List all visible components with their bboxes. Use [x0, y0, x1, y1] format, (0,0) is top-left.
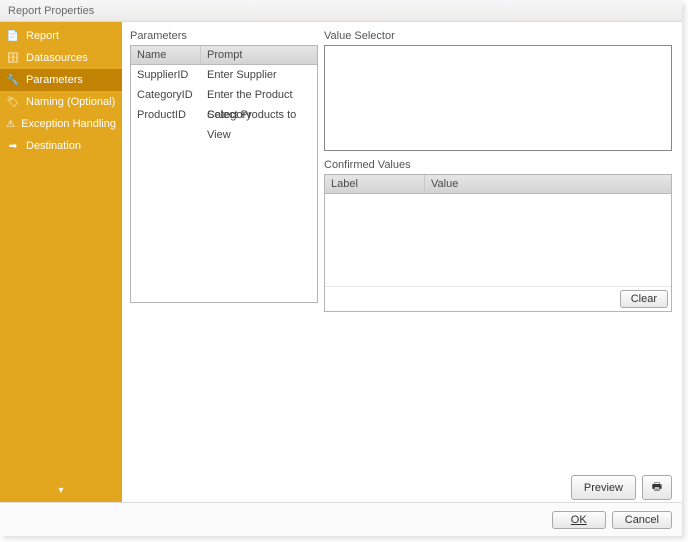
- confirmed-header-label: Label: [325, 175, 425, 193]
- confirmed-values-table: Label Value Clear: [324, 174, 672, 312]
- confirmed-values-label: Confirmed Values: [324, 159, 672, 171]
- destination-icon: ➡: [6, 139, 20, 153]
- sidebar-item-report[interactable]: 📄 Report: [0, 25, 122, 47]
- value-selector-label: Value Selector: [324, 30, 672, 42]
- parameters-table: Name Prompt SupplierID Enter Supplier Ca…: [130, 45, 318, 303]
- parameters-header-row: Name Prompt: [131, 46, 317, 65]
- sidebar-item-datasources[interactable]: 🗄 Datasources: [0, 47, 122, 69]
- parameters-row[interactable]: CategoryID Enter the Product Category: [131, 85, 317, 105]
- param-prompt: Select Products to View: [201, 105, 317, 125]
- parameters-row[interactable]: ProductID Select Products to View: [131, 105, 317, 125]
- preview-button[interactable]: Preview: [571, 475, 636, 500]
- sidebar-item-label: Parameters: [26, 74, 83, 86]
- parameters-section-label: Parameters: [130, 30, 318, 42]
- naming-icon: 🏷: [6, 95, 20, 109]
- value-selector-area[interactable]: [324, 45, 672, 151]
- param-prompt: Enter the Product Category: [201, 85, 317, 105]
- confirmed-header-value: Value: [425, 175, 671, 193]
- sidebar-item-label: Datasources: [26, 52, 88, 64]
- ok-label: OK: [571, 514, 587, 526]
- dialog-footer: OK Cancel: [0, 502, 682, 536]
- printer-icon: 🖶: [652, 481, 662, 493]
- parameters-icon: 🔧: [6, 73, 20, 87]
- cancel-button[interactable]: Cancel: [612, 511, 672, 529]
- print-button[interactable]: 🖶: [642, 475, 672, 500]
- sidebar-item-label: Destination: [26, 140, 81, 152]
- ok-button[interactable]: OK: [552, 511, 606, 529]
- content-area: Parameters Name Prompt SupplierID Enter …: [122, 22, 682, 502]
- clear-button[interactable]: Clear: [620, 290, 668, 308]
- param-name: SupplierID: [131, 65, 201, 85]
- param-prompt: Enter Supplier: [201, 65, 317, 85]
- sidebar-item-naming[interactable]: 🏷 Naming (Optional): [0, 91, 122, 113]
- datasource-icon: 🗄: [6, 51, 20, 65]
- confirmed-header-row: Label Value: [325, 175, 671, 194]
- parameters-row[interactable]: SupplierID Enter Supplier: [131, 65, 317, 85]
- sidebar: 📄 Report 🗄 Datasources 🔧 Parameters 🏷 Na…: [0, 22, 122, 502]
- window-titlebar: Report Properties: [0, 0, 682, 22]
- sidebar-item-label: Naming (Optional): [26, 96, 115, 108]
- report-icon: 📄: [6, 29, 20, 43]
- exception-icon: ⚠: [6, 117, 15, 131]
- window-title: Report Properties: [8, 5, 94, 17]
- sidebar-item-exception[interactable]: ⚠ Exception Handling: [0, 113, 122, 135]
- sidebar-item-parameters[interactable]: 🔧 Parameters: [0, 69, 122, 91]
- param-name: CategoryID: [131, 85, 201, 105]
- param-name: ProductID: [131, 105, 201, 125]
- confirmed-values-body: [325, 194, 671, 286]
- sidebar-item-label: Report: [26, 30, 59, 42]
- chevron-down-icon: ▾: [58, 485, 63, 496]
- sidebar-item-destination[interactable]: ➡ Destination: [0, 135, 122, 157]
- parameters-header-name: Name: [131, 46, 201, 64]
- sidebar-item-label: Exception Handling: [21, 118, 116, 130]
- sidebar-collapse-toggle[interactable]: ▾: [0, 485, 122, 496]
- parameters-header-prompt: Prompt: [201, 46, 317, 64]
